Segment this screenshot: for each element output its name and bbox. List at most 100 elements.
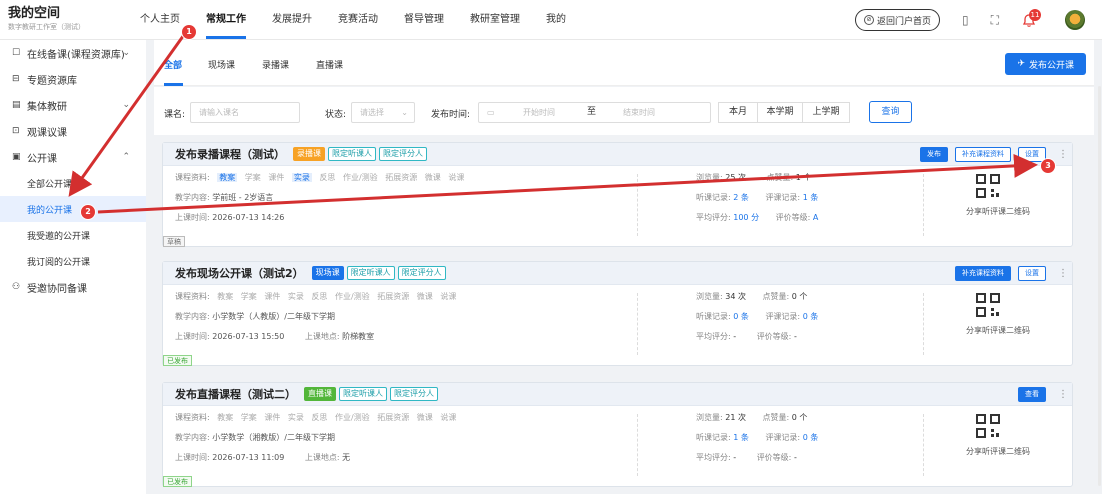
period-this-month-button[interactable]: 本月	[718, 102, 758, 123]
return-portal-button[interactable]: ⊘ 返回门户首页	[854, 9, 940, 31]
tab-recorded[interactable]: 录播课	[262, 58, 289, 71]
notification-badge: 11	[1029, 9, 1041, 21]
supplement-material-button[interactable]: 补充课程资料	[955, 266, 1011, 281]
mobile-icon[interactable]: ▯	[962, 13, 969, 27]
tab-onsite[interactable]: 现场课	[208, 58, 235, 71]
tab-all[interactable]: 全部	[164, 58, 182, 71]
qr-share-label[interactable]: 分享听评课二维码	[943, 206, 1053, 217]
date-range-picker[interactable]: ▭ 开始时间 至 结束时间	[478, 102, 711, 123]
sidebar-item-group-research[interactable]: ▤ 集体教研 ⌄	[0, 92, 146, 118]
eval-value[interactable]: 0 条	[803, 312, 819, 321]
nav-mine[interactable]: 我的	[546, 0, 566, 40]
more-menu-icon[interactable]: ⋮	[1058, 149, 1068, 160]
resource-study-plan[interactable]: 学案	[241, 413, 257, 422]
fullscreen-icon[interactable]: ⛶	[991, 13, 999, 28]
tab-live[interactable]: 直播课	[316, 58, 343, 71]
resource-extension[interactable]: 拓展资源	[377, 413, 409, 422]
stats-row-score: 平均评分: - 评价等级: -	[696, 331, 797, 342]
resource-study-plan[interactable]: 学案	[245, 173, 261, 182]
course-title[interactable]: 发布现场公开课（测试2）	[175, 265, 304, 281]
resource-study-plan[interactable]: 学案	[241, 292, 257, 301]
resource-microlesson[interactable]: 微课	[417, 292, 433, 301]
status-badge: 已发布	[163, 355, 192, 366]
resource-recording[interactable]: 实录	[291, 173, 312, 182]
sidebar-sub-my-public[interactable]: 我的公开课	[0, 196, 146, 222]
resource-homework[interactable]: 作业/测验	[335, 413, 370, 422]
stats-row-score: 平均评分: - 评价等级: -	[696, 452, 797, 463]
resource-lesson-plan[interactable]: 教案	[217, 292, 233, 301]
more-menu-icon[interactable]: ⋮	[1058, 268, 1068, 279]
resource-lecture[interactable]: 说课	[440, 292, 456, 301]
eval-value[interactable]: 1 条	[803, 193, 819, 202]
annotation-marker: 1	[181, 24, 197, 40]
level-value: A	[812, 213, 819, 222]
course-name-input[interactable]: 请输入课名	[190, 102, 300, 123]
notification-bell[interactable]: 11	[1021, 9, 1041, 28]
qr-share-label[interactable]: 分享听评课二维码	[943, 325, 1053, 336]
resource-lesson-plan[interactable]: 教案	[217, 173, 238, 182]
resource-reflection[interactable]: 反思	[319, 173, 335, 182]
resource-lecture[interactable]: 说课	[448, 173, 464, 182]
restricted-listener-tag: 限定听课人	[339, 387, 387, 401]
nav-development[interactable]: 发展提升	[272, 0, 312, 40]
range-separator: 至	[587, 107, 597, 117]
resource-courseware[interactable]: 课件	[264, 292, 280, 301]
nav-competition[interactable]: 竞赛活动	[338, 0, 378, 40]
nav-home[interactable]: 个人主页	[140, 0, 180, 40]
resource-reflection[interactable]: 反思	[311, 292, 327, 301]
nav-supervision[interactable]: 督导管理	[404, 0, 444, 40]
period-last-semester-button[interactable]: 上学期	[802, 102, 850, 123]
listen-value[interactable]: 0 条	[733, 312, 749, 321]
sidebar-item-online-prep[interactable]: ☐ 在线备课(课程资源库) ⌄	[0, 40, 146, 66]
course-title[interactable]: 发布录播课程（测试）	[175, 146, 285, 162]
sidebar-sub-all-public[interactable]: 全部公开课	[0, 170, 146, 196]
sidebar-sub-invited-public[interactable]: 我受邀的公开课	[0, 222, 146, 248]
course-title[interactable]: 发布直播课程（测试二）	[175, 386, 296, 402]
resource-reflection[interactable]: 反思	[311, 413, 327, 422]
resource-recording[interactable]: 实录	[288, 292, 304, 301]
time-label: 上课时间:	[175, 213, 210, 222]
publish-button[interactable]: 发布	[920, 147, 948, 162]
qr-code-icon[interactable]	[973, 414, 1003, 438]
public-class-icon: ▣	[12, 152, 21, 162]
eval-value[interactable]: 0 条	[803, 433, 819, 442]
restricted-scorer-tag: 限定评分人	[379, 147, 427, 161]
stats-row-records: 听课记录: 0 条 评课记录: 0 条	[696, 311, 818, 322]
qr-code-icon[interactable]	[973, 293, 1003, 317]
resource-homework[interactable]: 作业/测验	[335, 292, 370, 301]
sidebar-sub-subscribed-public[interactable]: 我订阅的公开课	[0, 248, 146, 274]
user-avatar[interactable]	[1065, 10, 1085, 30]
resource-extension[interactable]: 拓展资源	[385, 173, 417, 182]
supplement-material-button[interactable]: 补充课程资料	[955, 147, 1011, 162]
resource-lesson-plan[interactable]: 教案	[217, 413, 233, 422]
nav-routine-work[interactable]: 常规工作	[206, 0, 246, 40]
status-select[interactable]: 请选择 ⌄	[351, 102, 415, 123]
sidebar-item-topic-library[interactable]: ⊟ 专题资源库	[0, 66, 146, 92]
query-button[interactable]: 查询	[869, 101, 912, 123]
brand-subtitle: 数字教研工作室（测试）	[8, 23, 85, 31]
resource-microlesson[interactable]: 微课	[425, 173, 441, 182]
resource-extension[interactable]: 拓展资源	[377, 292, 409, 301]
sidebar-item-observe-class[interactable]: ⊡ 观课议课	[0, 118, 146, 144]
resource-microlesson[interactable]: 微课	[417, 413, 433, 422]
period-this-semester-button[interactable]: 本学期	[757, 102, 803, 123]
level-label: 评价等级:	[756, 453, 792, 462]
more-menu-icon[interactable]: ⋮	[1058, 389, 1068, 400]
resource-lecture[interactable]: 说课	[440, 413, 456, 422]
sidebar-item-public-class[interactable]: ▣ 公开课 ⌃	[0, 144, 146, 170]
publish-public-class-button[interactable]: ✈ 发布公开课	[1005, 53, 1086, 75]
nav-research-office[interactable]: 教研室管理	[470, 0, 520, 40]
scrollbar[interactable]	[1098, 86, 1101, 486]
sidebar-item-invited-coprep[interactable]: ⚇ 受邀协同备课	[0, 274, 146, 300]
resource-recording[interactable]: 实录	[288, 413, 304, 422]
resource-homework[interactable]: 作业/测验	[343, 173, 378, 182]
view-button[interactable]: 查看	[1018, 387, 1046, 402]
resource-courseware[interactable]: 课件	[264, 413, 280, 422]
settings-button[interactable]: 设置	[1018, 266, 1046, 281]
qr-code-icon[interactable]	[973, 174, 1003, 198]
listen-value[interactable]: 2 条	[733, 193, 749, 202]
people-icon: ⚇	[12, 282, 21, 292]
qr-share-label[interactable]: 分享听评课二维码	[943, 446, 1053, 457]
listen-value[interactable]: 1 条	[733, 433, 749, 442]
resource-courseware[interactable]: 课件	[268, 173, 284, 182]
